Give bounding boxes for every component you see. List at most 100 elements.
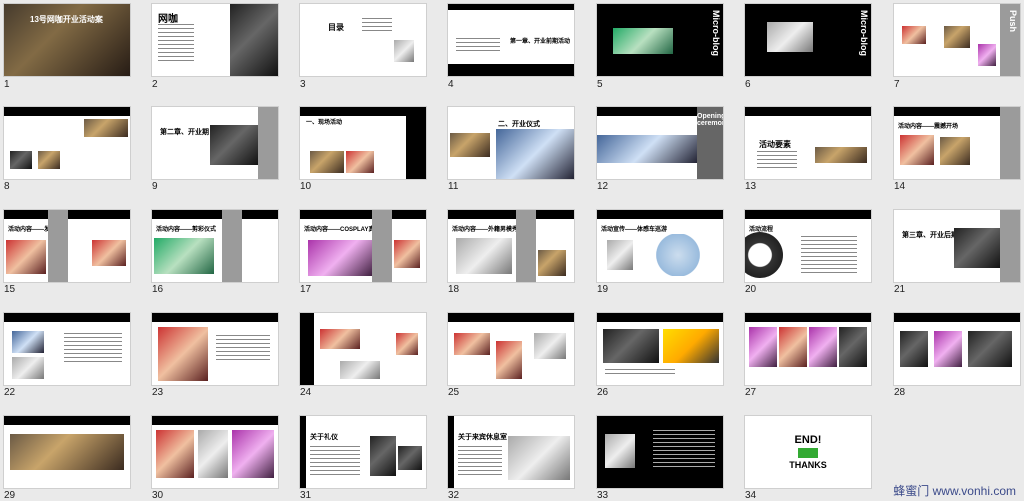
slide-text — [158, 24, 194, 64]
slide-number: 13 — [745, 181, 757, 192]
thanks-text: THANKS — [789, 460, 827, 470]
slide-number: 24 — [300, 387, 312, 398]
slide-thumbnail-5[interactable]: Micro-blog — [597, 4, 723, 76]
slide-side-title: Micro-blog — [859, 10, 869, 56]
slide-image — [934, 331, 962, 367]
slide-number: 4 — [448, 79, 454, 90]
slide-thumbnail-3[interactable]: 目录 — [300, 4, 426, 76]
slide-thumbnail-34[interactable]: END! THANKS — [745, 416, 871, 488]
slide-thumbnail-8[interactable] — [4, 107, 130, 179]
slide-thumbnail-31[interactable]: 关于礼仪 — [300, 416, 426, 488]
slide-thumbnail-32[interactable]: 关于来宾休息室 — [448, 416, 574, 488]
slide-side-bar — [300, 416, 306, 488]
slide-thumbnail-27[interactable] — [745, 313, 871, 385]
slide-image — [320, 329, 360, 349]
slide-image — [603, 329, 659, 363]
slide-image — [10, 151, 32, 169]
slide-header-bar — [597, 313, 723, 322]
slide-thumbnail-28[interactable] — [894, 313, 1020, 385]
slide-thumbnail-1[interactable]: 13号网咖开业活动案 — [4, 4, 130, 76]
slide-title: 目录 — [328, 23, 344, 32]
slide-image — [156, 430, 194, 478]
slide-thumbnail-20[interactable]: 活动流程 — [745, 210, 871, 282]
slide-image — [38, 151, 60, 169]
watermark: 蜂蜜门 www.vonhi.com — [893, 484, 1016, 498]
slide-thumbnail-12[interactable]: Opening ceremony — [597, 107, 723, 179]
slide-side-bar — [1000, 210, 1020, 282]
slide-header-bar — [152, 210, 278, 219]
slide-header-bar — [745, 210, 871, 219]
slide-header-bar — [4, 416, 130, 425]
slide-thumbnail-16[interactable]: 活动内容——剪彩仪式 — [152, 210, 278, 282]
slide-thumbnail-13[interactable]: 活动要素 — [745, 107, 871, 179]
slide-image — [346, 151, 374, 173]
slide-thumbnail-24[interactable] — [300, 313, 426, 385]
slide-header-bar — [745, 313, 871, 322]
slide-thumbnail-10[interactable]: 一、现场活动 — [300, 107, 426, 179]
slide-title: 关于来宾休息室 — [458, 434, 507, 441]
slide-thumbnail-18[interactable]: 活动内容——外籍男模秀 — [448, 210, 574, 282]
slide-thumbnail-15[interactable]: 活动内容——发扬传统 — [4, 210, 130, 282]
slide-thumbnail-30[interactable] — [152, 416, 278, 488]
slide-header-bar — [152, 416, 278, 425]
slide-title: 网咖 — [158, 14, 178, 25]
slide-thumbnail-4[interactable]: 第一章、开业前期活动 — [448, 4, 574, 76]
slide-image — [232, 430, 274, 478]
slide-thumbnail-25[interactable] — [448, 313, 574, 385]
slide-text — [605, 369, 675, 375]
slide-image — [6, 240, 46, 274]
slide-title: 活动内容——剪彩仪式 — [156, 227, 217, 233]
slide-number: 25 — [448, 387, 460, 398]
slide-number: 30 — [152, 490, 164, 501]
slide-text — [310, 446, 360, 476]
slide-number: 17 — [300, 284, 312, 295]
slide-image — [978, 44, 996, 66]
slide-thumbnail-19[interactable]: 活动宣传——体感车巡游 — [597, 210, 723, 282]
slide-text — [653, 430, 715, 470]
slide-title: 一、现场活动 — [306, 120, 343, 126]
slide-image — [456, 238, 512, 274]
slide-header-bar — [448, 210, 574, 219]
slide-image — [10, 434, 124, 470]
slide-number: 11 — [448, 181, 459, 192]
slide-number: 8 — [4, 181, 10, 192]
slide-title: 活动宣传——体感车巡游 — [601, 227, 668, 233]
slide-text — [216, 335, 270, 363]
slide-image — [394, 40, 414, 62]
slide-thumbnail-14[interactable]: 活动内容——震撼开场 — [894, 107, 1020, 179]
slide-thumbnail-6[interactable]: Micro-blog — [745, 4, 871, 76]
slide-thumbnail-22[interactable] — [4, 313, 130, 385]
slide-thumbnail-11[interactable]: 二、开业仪式 — [448, 107, 574, 179]
slide-title: 活动要素 — [759, 140, 791, 149]
slide-title: 活动内容——外籍男模秀 — [452, 227, 519, 233]
slide-thumbnail-26[interactable] — [597, 313, 723, 385]
slide-thumbnail-23[interactable] — [152, 313, 278, 385]
slide-side-title: Push — [1008, 10, 1018, 33]
slide-image — [954, 228, 1000, 268]
slide-number: 2 — [152, 79, 158, 90]
slide-thumbnail-17[interactable]: 活动内容——COSPLAY真人 — [300, 210, 426, 282]
slide-side-bar — [48, 210, 68, 282]
slide-thumbnail-33[interactable] — [597, 416, 723, 488]
slide-image — [198, 430, 228, 478]
slide-image — [370, 436, 396, 476]
slide-thumbnail-9[interactable]: 第二章、开业期 — [152, 107, 278, 179]
slide-image — [613, 28, 673, 54]
slide-image — [154, 238, 214, 274]
slide-thumbnail-7[interactable]: Push — [894, 4, 1020, 76]
slide-number: 20 — [745, 284, 757, 295]
slide-image — [815, 147, 867, 163]
slide-image — [538, 250, 566, 276]
slide-thumbnail-2[interactable]: 网咖 — [152, 4, 278, 76]
slide-thumbnail-21[interactable]: 第三章、开业后期 — [894, 210, 1020, 282]
slide-side-bar — [516, 210, 536, 282]
slide-image — [496, 129, 574, 179]
slide-number: 29 — [4, 490, 16, 501]
slide-title: 二、开业仪式 — [498, 121, 540, 128]
slide-number: 5 — [597, 79, 603, 90]
slide-number: 14 — [894, 181, 906, 192]
slide-image — [84, 119, 128, 137]
slide-text — [456, 38, 500, 54]
slide-number: 22 — [4, 387, 16, 398]
slide-thumbnail-29[interactable] — [4, 416, 130, 488]
